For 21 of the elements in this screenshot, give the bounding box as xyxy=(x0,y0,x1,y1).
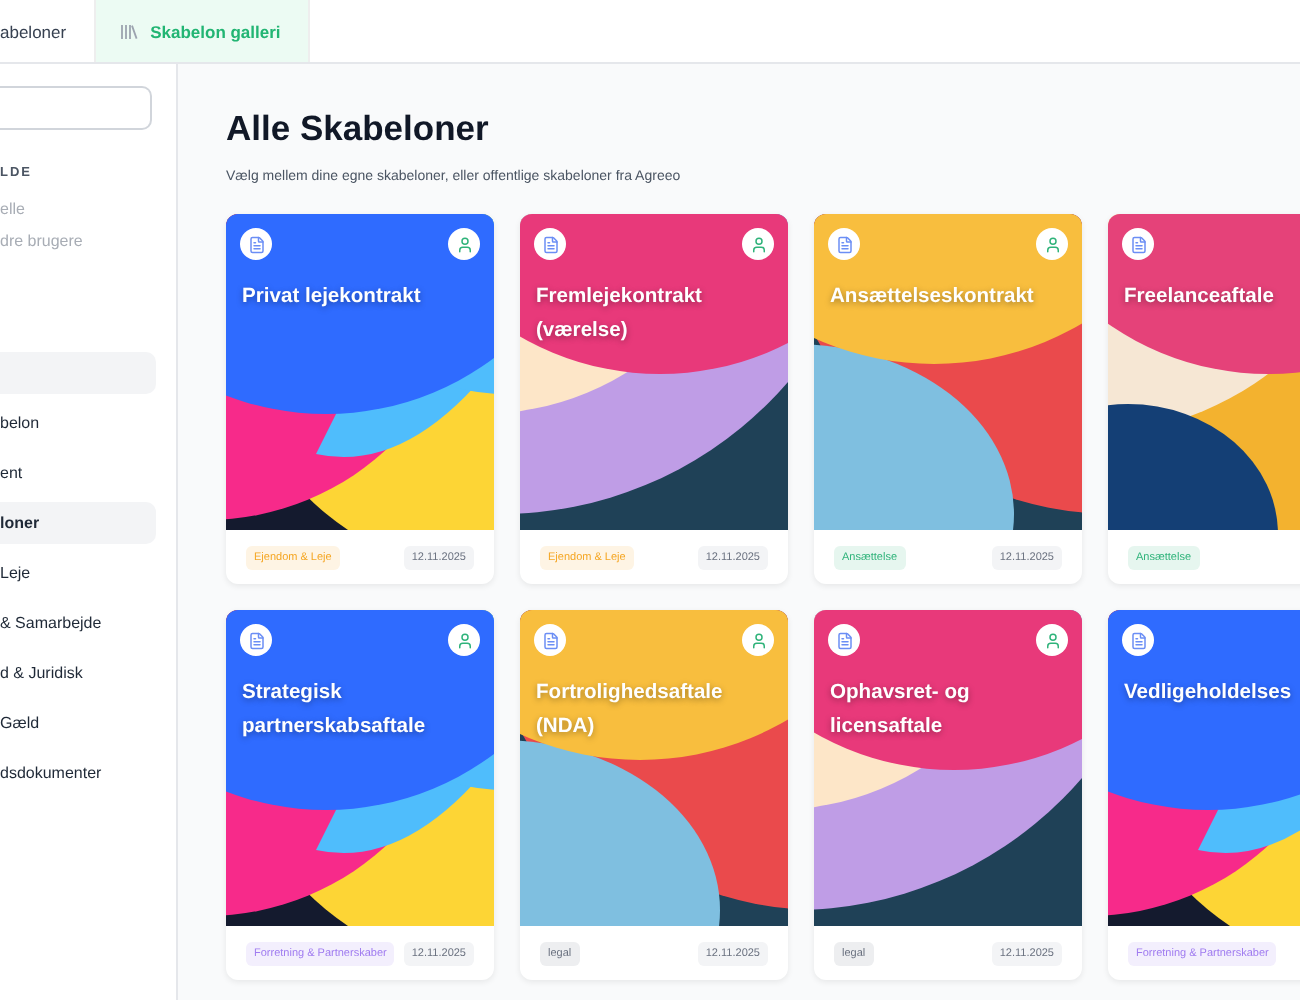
sidebar-item[interactable]: d & Juridisk xyxy=(0,652,156,694)
sidebar-item[interactable]: Leje xyxy=(0,552,156,594)
card-title: Ophavsret- og licensaftale xyxy=(830,680,972,742)
card-title: Freelanceaftale xyxy=(1124,284,1276,312)
card-title: Privat lejekontrakt xyxy=(242,284,423,312)
card-title: Ansættelseskontrakt xyxy=(830,284,1036,312)
sidebar-item[interactable]: Gæld xyxy=(0,702,156,744)
card-title: Vedligeholdelses xyxy=(1124,680,1294,708)
page-title: Alle Skabeloner xyxy=(226,108,491,150)
card-title: Fremlejekontrakt (værelse) xyxy=(536,284,704,346)
search-field[interactable] xyxy=(0,86,152,130)
sidebar-item[interactable]: belon xyxy=(0,402,156,444)
sidebar-item[interactable]: dsdokumenter xyxy=(0,752,156,794)
card-title: Fortrolighedsaftale (NDA) xyxy=(536,680,725,742)
card-title: Strategisk partnerskabsaftale xyxy=(242,680,428,742)
sidebar-item[interactable]: & Samarbejde xyxy=(0,602,156,644)
tab[interactable]: abeloner xyxy=(0,0,97,62)
tab[interactable]: Skabelon galleri xyxy=(96,0,311,62)
sidebar-item[interactable]: ent xyxy=(0,452,156,494)
sidebar-item[interactable]: loner xyxy=(0,502,156,544)
filter-option[interactable]: dre brugere xyxy=(0,232,156,250)
